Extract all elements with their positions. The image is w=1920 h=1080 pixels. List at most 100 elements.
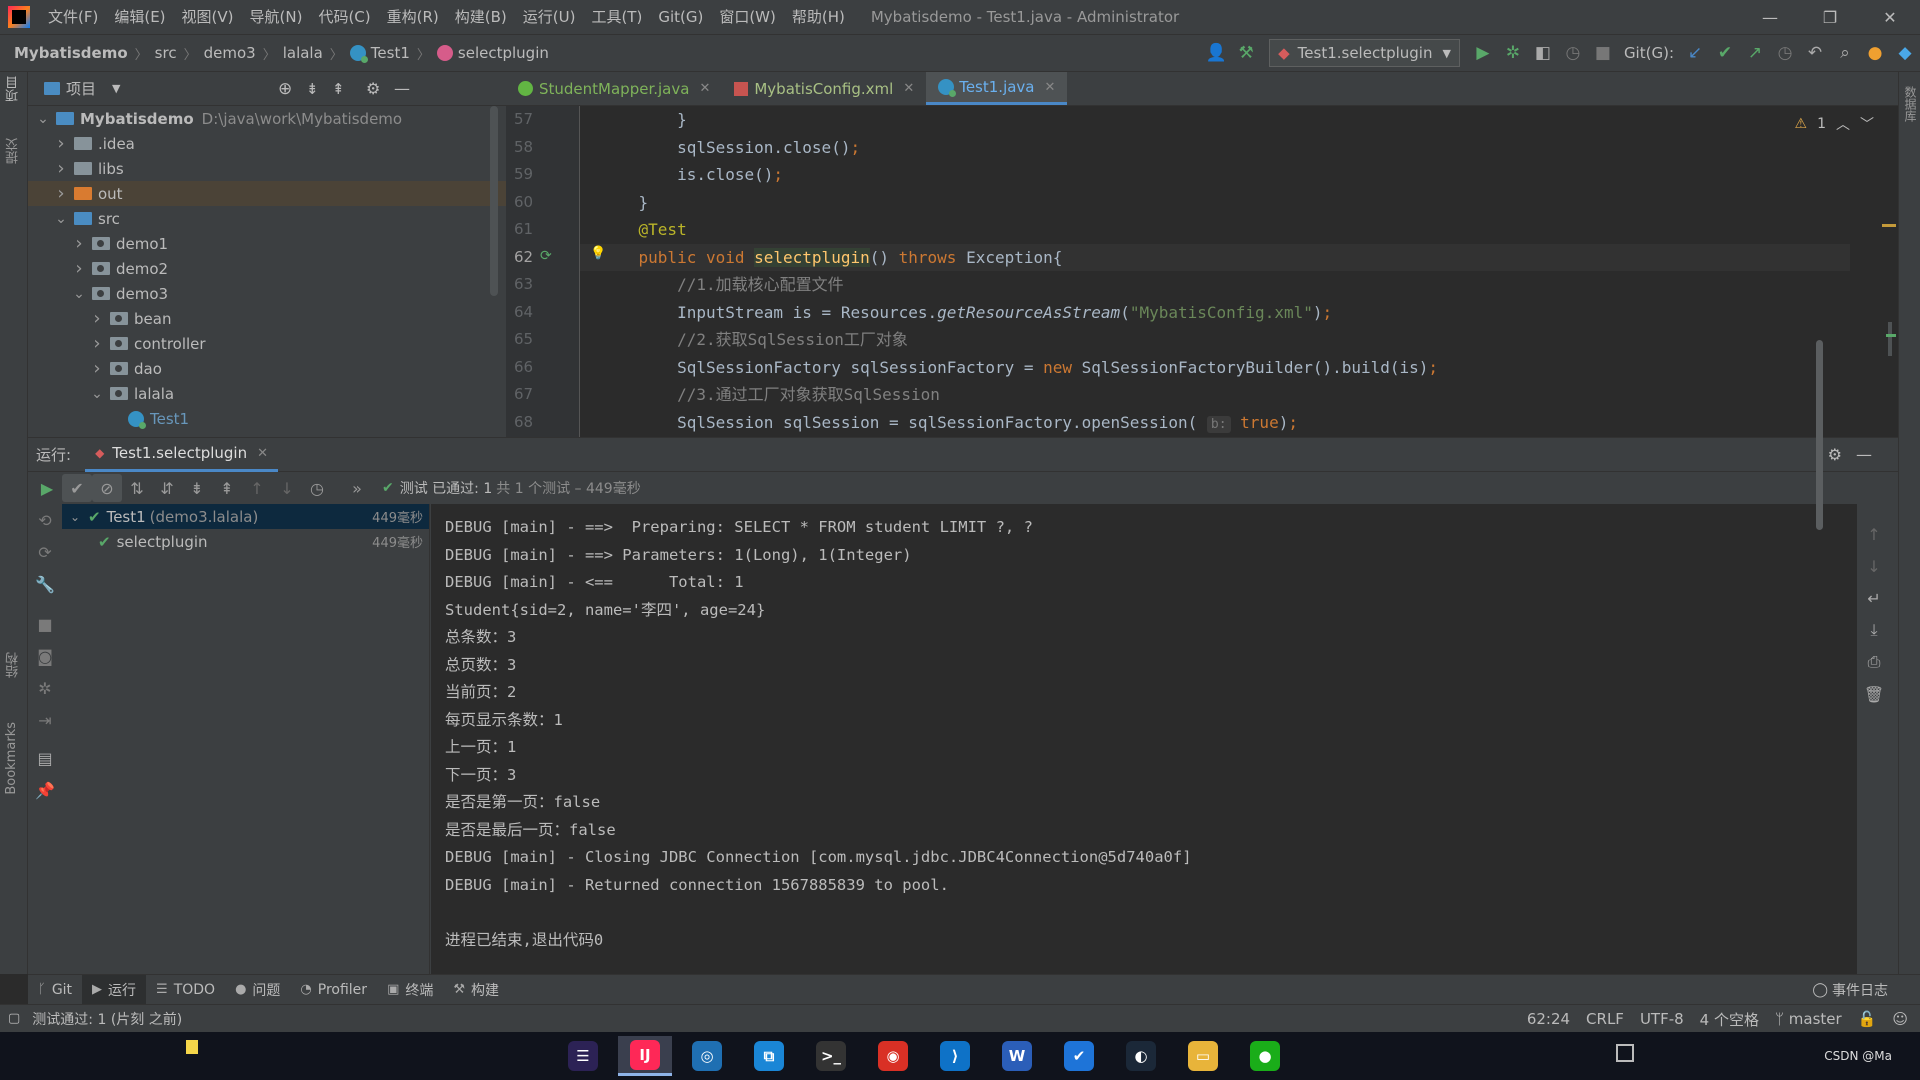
tool-tab[interactable]: ⚒ 构建 — [443, 975, 509, 1005]
intention-bulb-icon[interactable]: 💡 — [590, 246, 606, 261]
stop-icon[interactable]: ■ — [1588, 38, 1618, 68]
profile-icon[interactable]: ◷ — [1558, 38, 1588, 68]
next-highlight-icon[interactable]: ﹀ — [1860, 114, 1874, 134]
menu-item[interactable]: 文件(F) — [40, 0, 106, 34]
lock-icon[interactable]: 🔓 — [1858, 1010, 1877, 1028]
editor-tab[interactable]: Test1.java ✕ — [926, 72, 1068, 105]
more-icon[interactable]: » — [342, 474, 372, 502]
trash-icon[interactable]: 🗑 — [1857, 678, 1891, 710]
tool-tab[interactable]: ◔ Profiler — [290, 975, 377, 1005]
inspector-icon[interactable]: ☺ — [1892, 1010, 1908, 1028]
hide-icon[interactable]: — — [394, 79, 410, 98]
file-encoding[interactable]: UTF-8 — [1640, 1010, 1684, 1028]
breadcrumb-project[interactable]: Mybatisdemo — [0, 44, 132, 62]
test-history-icon[interactable]: ◷ — [302, 474, 332, 502]
tree-item[interactable]: ⌄ demo3 — [28, 281, 506, 306]
chevron-right-icon[interactable]: › — [90, 308, 104, 329]
chevron-right-icon[interactable]: › — [54, 133, 68, 154]
menu-item[interactable]: 编辑(E) — [106, 0, 173, 34]
menu-item[interactable]: 导航(N) — [242, 0, 311, 34]
error-stripe-mark[interactable] — [1882, 224, 1896, 227]
project-view-label[interactable]: 项目 — [66, 78, 96, 99]
settings-wrench-icon[interactable]: 🔧 — [28, 568, 62, 600]
test-tree-item[interactable]: ⌄ ✔ Test1 (demo3.lalala) 449毫秒 — [62, 504, 429, 529]
chevron-right-icon[interactable]: › — [72, 258, 86, 279]
locate-icon[interactable]: ⊕ — [278, 79, 292, 99]
project-scrollbar[interactable] — [490, 106, 498, 296]
git-push-icon[interactable]: ↗ — [1740, 38, 1770, 68]
bookmarks-tool-button[interactable]: Bookmarks — [4, 722, 19, 795]
tool-tab[interactable]: ▶ 运行 — [82, 974, 147, 1005]
gear-icon[interactable]: ⚙ — [366, 79, 380, 98]
line-separator[interactable]: CRLF — [1586, 1010, 1624, 1028]
code-line[interactable]: @Test — [580, 216, 1850, 244]
coverage-icon[interactable]: ◧ — [1528, 38, 1558, 68]
menu-item[interactable]: 构建(B) — [447, 0, 515, 34]
tree-item[interactable]: › controller — [28, 331, 506, 356]
structure-tool-button[interactable]: 结构 — [4, 652, 23, 678]
expand-all-icon[interactable]: ⇟ — [182, 474, 212, 502]
close-icon[interactable]: ✕ — [699, 81, 710, 96]
tree-item[interactable]: Test1 — [28, 406, 506, 431]
tool-tab[interactable]: ● 问题 — [225, 975, 290, 1005]
menu-item[interactable]: Git(G) — [650, 0, 711, 34]
chevron-down-icon[interactable]: ▼ — [112, 82, 120, 95]
close-button[interactable]: ✕ — [1860, 0, 1920, 34]
code-line[interactable]: SqlSessionFactory sqlSessionFactory = ne… — [580, 354, 1850, 382]
tree-item[interactable]: › demo2 — [28, 256, 506, 281]
show-ignored-icon[interactable]: ⊘ — [92, 474, 122, 502]
intellij-icon[interactable]: IJ — [618, 1036, 672, 1076]
code-line[interactable]: //1.加载核心配置文件 — [580, 271, 1850, 299]
down-arrow-icon[interactable]: ↓ — [1857, 550, 1891, 582]
tree-item[interactable]: › out — [28, 181, 506, 206]
chevron-right-icon[interactable]: › — [90, 333, 104, 354]
scroll-to-end-icon[interactable]: ⤓ — [1857, 614, 1891, 646]
menu-item[interactable]: 视图(V) — [174, 0, 242, 34]
rerun-failed-icon[interactable]: ⟲ — [28, 504, 62, 536]
minimize-button[interactable]: — — [1740, 0, 1800, 34]
vscode-icon[interactable]: ⟩ — [928, 1036, 982, 1076]
menu-item[interactable]: 帮助(H) — [784, 0, 853, 34]
breadcrumb-demo3[interactable]: demo3 — [200, 44, 260, 62]
camera-icon[interactable]: ◙ — [28, 640, 62, 672]
git-commit-icon[interactable]: ✔ — [1710, 38, 1740, 68]
project-tool-button[interactable]: 项目 — [4, 76, 23, 102]
jetbrains-icon[interactable]: ◆ — [1890, 38, 1920, 68]
code-line[interactable]: //2.获取SqlSession工厂对象 — [580, 326, 1850, 354]
code-line[interactable]: is.close(); — [580, 161, 1850, 189]
code-line[interactable]: //3.通过工厂对象获取SqlSession — [580, 381, 1850, 409]
expand-all-icon[interactable]: ⇟ — [306, 80, 319, 98]
up-arrow-icon[interactable]: ↑ — [1857, 518, 1891, 550]
git-branch[interactable]: ᛘ master — [1775, 1010, 1842, 1028]
sort-duration-icon[interactable]: ⇵ — [152, 474, 182, 502]
chevron-down-icon[interactable]: ⌄ — [90, 386, 104, 402]
chevron-right-icon[interactable]: › — [54, 183, 68, 204]
tool-tab[interactable]: ▣ 终端 — [377, 975, 443, 1005]
print-icon[interactable]: ⎙ — [1857, 646, 1891, 678]
tree-item[interactable]: ⌄ src — [28, 206, 506, 231]
remote-icon[interactable]: ⧉ — [742, 1036, 796, 1076]
commit-tool-button[interactable]: 提交 — [4, 138, 23, 164]
menu-item[interactable]: 重构(R) — [379, 0, 447, 34]
terminal-icon[interactable]: >_ — [804, 1036, 858, 1076]
tree-item[interactable]: › dao — [28, 356, 506, 381]
breadcrumb-lalala[interactable]: lalala — [279, 44, 327, 62]
rollback-icon[interactable]: ↶ — [1800, 38, 1830, 68]
debug-icon[interactable]: ✲ — [1498, 38, 1528, 68]
collapse-all-icon[interactable]: ⇞ — [332, 80, 345, 98]
hide-icon[interactable]: — — [1856, 445, 1872, 464]
update-icon[interactable]: ● — [1860, 38, 1890, 68]
inspection-widget[interactable]: ⚠ 1 ︿ ﹀ — [1795, 114, 1874, 134]
todo-icon[interactable]: ✔ — [1052, 1036, 1106, 1076]
breadcrumb-src[interactable]: src — [151, 44, 181, 62]
editor-tab[interactable]: StudentMapper.java ✕ — [506, 72, 722, 105]
show-passed-icon[interactable]: ✔ — [62, 474, 92, 502]
previous-highlight-icon[interactable]: ︿ — [1836, 114, 1850, 134]
chevron-right-icon[interactable]: › — [72, 233, 86, 254]
close-icon[interactable]: ✕ — [903, 81, 914, 96]
steam-icon[interactable]: ◐ — [1114, 1036, 1168, 1076]
search-icon[interactable]: ⌕ — [1830, 38, 1860, 68]
code-line[interactable]: } — [580, 189, 1850, 217]
tool-tab[interactable]: ☰ TODO — [146, 975, 225, 1005]
database-tool-button[interactable]: 数据库 — [1902, 86, 1919, 122]
